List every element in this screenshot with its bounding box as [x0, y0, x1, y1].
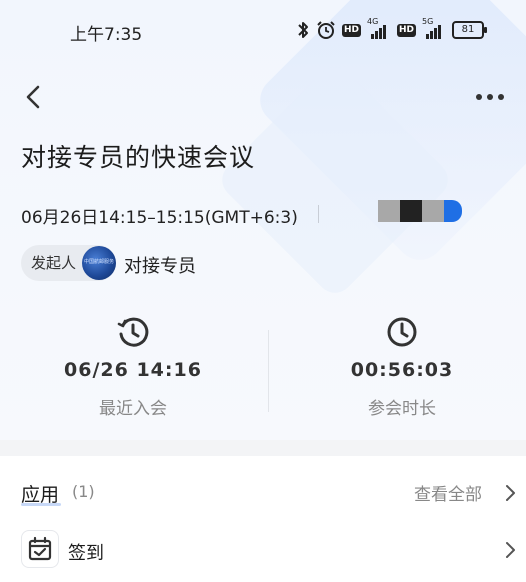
divider	[318, 205, 319, 223]
hd-badge: HD	[397, 23, 417, 37]
hd-badge: HD	[342, 23, 362, 37]
network-4g-label: 4G	[367, 17, 379, 26]
meeting-datetime: 06月26日14:15–15:15(GMT+6:3)	[21, 208, 298, 228]
recent-join-value: 06/26 14:16	[64, 359, 202, 381]
view-all-link[interactable]: 查看全部	[414, 480, 482, 505]
signal-5g-icon: 5G	[422, 17, 446, 39]
recent-join-label: 最近入会	[99, 399, 167, 419]
status-time: 上午7:35	[70, 25, 143, 45]
history-clock-icon	[116, 315, 150, 349]
more-options-button[interactable]	[472, 86, 508, 108]
meeting-detail-page: 上午7:35 HD 4G HD 5G 81 对接专员的快速会议 06月26日14…	[0, 0, 526, 582]
section-separator	[0, 440, 526, 456]
initiator-name: 对接专员	[124, 256, 196, 277]
apps-count: (1)	[72, 482, 95, 501]
chevron-right-icon	[506, 542, 515, 558]
bluetooth-icon	[296, 20, 310, 40]
more-dots-icon	[476, 94, 504, 100]
signal-4g-icon: 4G	[367, 17, 391, 39]
meeting-stats: 06/26 14:16 最近入会 00:56:03 参会时长	[0, 300, 526, 430]
apps-section-header: 应用 (1) 查看全部	[0, 456, 526, 526]
alarm-icon	[316, 20, 336, 40]
clock-icon	[385, 315, 419, 349]
avatar-logo-text: 中国航邮服务	[83, 259, 114, 265]
chevron-right-icon	[506, 485, 515, 501]
app-item-label: 签到	[68, 543, 104, 564]
calendar-check-icon	[21, 530, 59, 568]
duration-label: 参会时长	[368, 399, 436, 419]
battery-icon: 81	[452, 21, 488, 39]
meeting-title: 对接专员的快速会议	[21, 143, 256, 172]
back-button[interactable]	[20, 82, 50, 112]
status-bar: 上午7:35 HD 4G HD 5G 81	[0, 0, 526, 60]
recent-join-stat: 06/26 14:16 最近入会	[33, 315, 233, 419]
duration-stat: 00:56:03 参会时长	[302, 315, 502, 419]
status-icons: HD 4G HD 5G 81	[296, 17, 488, 41]
obscured-image	[378, 200, 462, 222]
avatar[interactable]: 中国航邮服务	[82, 246, 116, 280]
chevron-left-icon	[26, 85, 40, 109]
divider	[268, 330, 269, 412]
duration-value: 00:56:03	[350, 359, 454, 381]
network-5g-label: 5G	[422, 17, 434, 26]
apps-title: 应用	[21, 484, 60, 506]
app-item-signin[interactable]: 签到	[0, 526, 526, 582]
